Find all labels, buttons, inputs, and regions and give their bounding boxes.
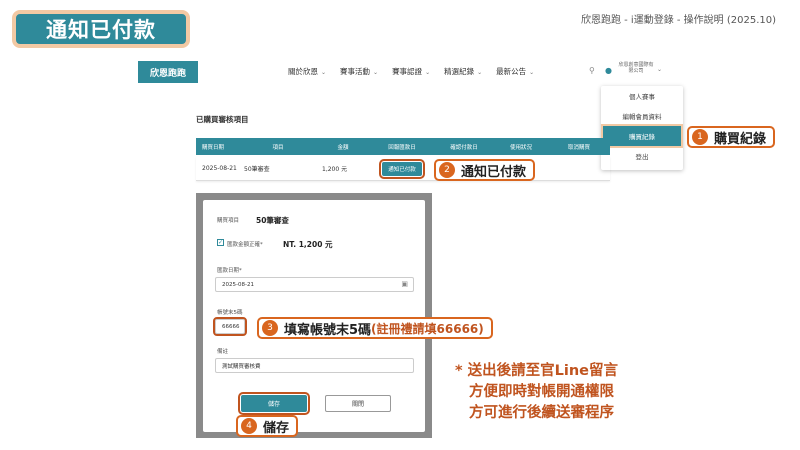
account-last5-input[interactable]: 66666 <box>213 317 247 336</box>
col-header-status: 使用狀況 <box>509 144 532 151</box>
col-header-confirm-date: 確認付款日 <box>450 144 478 151</box>
nav-item-events[interactable]: 賽事活動 ⌄ <box>340 66 378 77</box>
col-header-cancel: 取消購買 <box>567 144 590 151</box>
menu-item-purchase-records[interactable]: 購買紀錄 <box>601 124 683 148</box>
search-icon[interactable]: ⚲ <box>589 66 595 75</box>
step-badge: 3 <box>262 320 278 336</box>
user-dropdown-menu: 個人賽事 編輯會員資料 購買紀錄 登出 <box>601 86 683 170</box>
amount-value: NT. 1,200 元 <box>283 240 333 249</box>
callout-step-1: 1 購買紀錄 <box>687 126 776 148</box>
col-header-report-date: 回報匯款日 <box>388 144 416 151</box>
nav-item-certification[interactable]: 賽事認證 ⌄ <box>392 66 430 77</box>
remark-input[interactable]: 測試購買審核費 <box>215 358 414 373</box>
menu-item-edit-profile[interactable]: 編輯會員資料 <box>601 106 683 126</box>
calendar-icon[interactable]: ▣ <box>401 280 408 288</box>
nav-item-news[interactable]: 最新公告 ⌄ <box>496 66 534 77</box>
date-label: 匯款日期* <box>217 268 242 274</box>
chevron-down-icon: ⌄ <box>477 69 483 76</box>
col-header-amount: 金額 <box>337 144 349 151</box>
callout-step-4: 4 儲存 <box>236 415 299 437</box>
table-header: 購買日期 項目 金額 回報匯款日 確認付款日 使用狀況 取消購買 <box>196 138 610 155</box>
amount-confirm-label: 匯款金額正確* <box>227 242 263 248</box>
menu-item-personal-events[interactable]: 個人賽事 <box>601 86 683 106</box>
amount-confirm-checkbox[interactable]: ✓ <box>217 239 224 246</box>
col-header-date: 購買日期 <box>202 144 225 151</box>
item-name: 50筆審查 <box>256 216 289 225</box>
notify-paid-button[interactable]: 通知已付款 <box>379 158 425 179</box>
cell-date: 2025-08-21 <box>202 165 237 172</box>
user-icon[interactable]: ● <box>605 66 612 75</box>
step-badge: 4 <box>241 418 257 434</box>
cell-amount: 1,200 元 <box>322 166 348 173</box>
top-caption: 欣恩跑跑 - i運動登錄 - 操作說明 (2025.10) <box>580 15 776 26</box>
brand-logo[interactable]: 欣恩跑跑 <box>138 61 198 83</box>
user-name[interactable]: 欣恩創意國際有限公司 <box>617 62 655 74</box>
date-input[interactable]: 2025-08-21 ▣ <box>215 277 414 292</box>
chevron-down-icon: ⌄ <box>373 69 379 76</box>
step-badge: 2 <box>439 162 455 178</box>
chevron-down-icon[interactable]: ⌄ <box>657 66 662 73</box>
table-row: 2025-08-21 50筆審查 1,200 元 通知已付款 <box>196 157 610 181</box>
col-header-item: 項目 <box>272 144 284 151</box>
cell-item: 50筆審查 <box>244 166 270 173</box>
payment-modal: 購買項目 50筆審查 ✓ 匯款金額正確* NT. 1,200 元 匯款日期* 2… <box>203 200 425 432</box>
slide-title: 通知已付款 <box>12 10 190 48</box>
save-button[interactable]: 儲存 <box>238 392 310 415</box>
instruction-note: * 送出後請至官Line留言 方便即時對帳開通權限 方可進行後續送審程序 <box>455 363 618 421</box>
chevron-down-icon: ⌄ <box>529 69 535 76</box>
menu-item-logout[interactable]: 登出 <box>601 146 683 166</box>
item-label: 購買項目 <box>217 218 240 224</box>
chevron-down-icon: ⌄ <box>321 69 327 76</box>
nav-item-about[interactable]: 關於欣恩 ⌄ <box>288 66 326 77</box>
account-label: 帳號末5碼 <box>217 310 243 316</box>
main-nav: 關於欣恩 ⌄ 賽事活動 ⌄ 賽事認證 ⌄ 精選紀錄 ⌄ 最新公告 ⌄ <box>288 66 534 77</box>
chevron-down-icon: ⌄ <box>425 69 431 76</box>
nav-item-records[interactable]: 精選紀錄 ⌄ <box>444 66 482 77</box>
section-title: 已購買審核項目 <box>196 115 249 124</box>
close-button[interactable]: 關閉 <box>325 395 391 412</box>
callout-step-2: 2 通知已付款 <box>434 159 536 181</box>
cell-notify: 通知已付款 <box>370 158 434 179</box>
step-badge: 1 <box>692 129 708 145</box>
callout-step-3: 3 填寫帳號末5碼 (註冊禮請填66666) <box>257 317 493 339</box>
remark-label: 備註 <box>217 349 229 355</box>
